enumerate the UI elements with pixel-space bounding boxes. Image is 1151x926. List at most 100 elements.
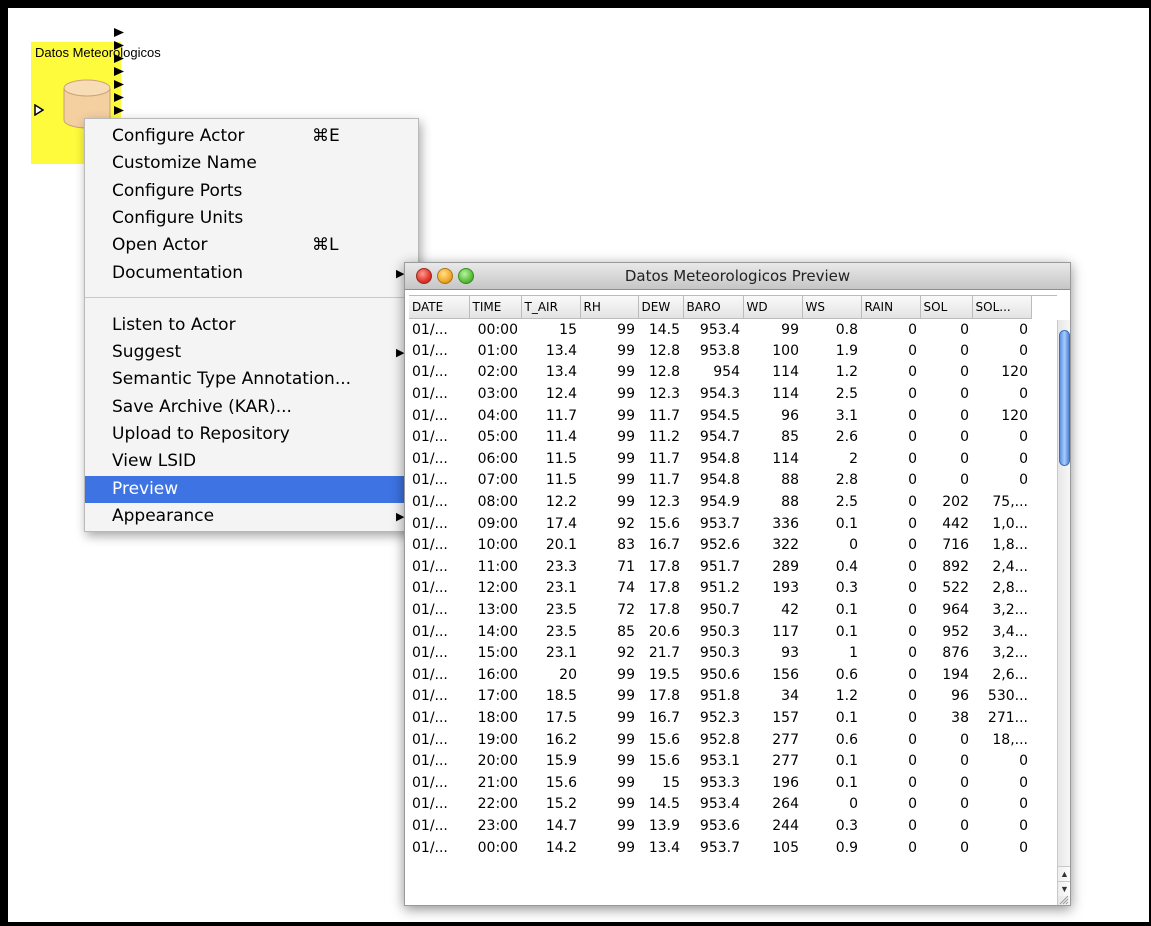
table-row[interactable]: 01/... 19:00 16.2 99 15.6 952.8 277 0.6 0 0 18,... — [409, 729, 1031, 751]
table-row[interactable]: 01/... 23:00 14.7 99 13.9 953.6 244 0.3 0 0 0 — [409, 815, 1031, 837]
table-cell: 0 — [908, 753, 917, 770]
table-row[interactable]: 01/... 02:00 13.4 99 12.8 954 114 1.2 0 0 120 — [409, 362, 1031, 384]
column-header-ws[interactable]: WS — [802, 296, 862, 319]
output-port-icon[interactable] — [114, 80, 124, 89]
table-cell: 0.1 — [835, 623, 858, 640]
table-cell: 157 — [772, 709, 799, 726]
output-port-icon[interactable] — [114, 41, 124, 50]
table-cell: 120 — [1001, 364, 1028, 381]
menu-item-appearance[interactable]: Appearance ▶ — [85, 503, 418, 530]
table-cell: 72 — [617, 602, 635, 619]
menu-item-documentation[interactable]: Documentation ▶ — [85, 260, 418, 287]
table-cell: 3,2... — [992, 645, 1028, 662]
input-port-icon[interactable] — [34, 103, 45, 117]
menu-item-configure-actor[interactable]: Configure Actor ⌘E — [85, 123, 418, 150]
table-cell: 15.6 — [648, 515, 680, 532]
scroll-thumb[interactable] — [1059, 330, 1070, 466]
table-row[interactable]: 01/... 12:00 23.1 74 17.8 951.2 193 0.3 0 522 2,8.… — [409, 578, 1031, 600]
menu-item-save-archive-kar[interactable]: Save Archive (KAR)... — [85, 394, 418, 421]
table-cell: 1.2 — [835, 688, 858, 705]
table-cell: 17.8 — [648, 688, 680, 705]
table-cell: 0.6 — [835, 731, 858, 748]
table-cell: 18:00 — [477, 709, 518, 726]
menu-item-view-lsid[interactable]: View LSID — [85, 448, 418, 475]
menu-item-preview[interactable]: Preview — [85, 475, 418, 503]
table-row[interactable]: 01/... 08:00 12.2 99 12.3 954.9 88 2.5 0 202 75,..… — [409, 491, 1031, 513]
column-header-date[interactable]: DATE — [409, 296, 470, 319]
table-cell: 17.5 — [545, 709, 577, 726]
column-header-baro[interactable]: BARO — [683, 296, 744, 319]
table-cell: 21.7 — [648, 645, 680, 662]
table-cell: 88 — [781, 472, 799, 489]
table-cell: 0 — [960, 472, 969, 489]
window-titlebar[interactable]: Datos Meteorologicos Preview — [405, 263, 1070, 290]
table-row[interactable]: 01/... 00:00 14.2 99 13.4 953.7 105 0.9 0 0 0 — [409, 837, 1031, 859]
menu-item-suggest[interactable]: Suggest ▶ — [85, 339, 418, 366]
table-row[interactable]: 01/... 06:00 11.5 99 11.7 954.8 114 2 0 0 0 — [409, 448, 1031, 470]
column-header-t-air[interactable]: T_AIR — [521, 296, 581, 319]
column-header-sol[interactable]: SOL — [920, 296, 973, 319]
column-header-rain[interactable]: RAIN — [861, 296, 921, 319]
table-cell: 0 — [908, 774, 917, 791]
output-port-icon[interactable] — [114, 54, 124, 63]
table-row[interactable]: 01/... 04:00 11.7 99 11.7 954.5 96 3.1 0 0 120 — [409, 405, 1031, 427]
menu-item-open-actor[interactable]: Open Actor ⌘L — [85, 232, 418, 259]
table-row[interactable]: 01/... 10:00 20.1 83 16.7 952.6 322 0 0 716 1,8... — [409, 534, 1031, 556]
column-header-dew[interactable]: DEW — [638, 296, 684, 319]
table-cell: 17.8 — [648, 558, 680, 575]
table-cell: 01/... — [412, 688, 448, 705]
table-cell: 0 — [908, 666, 917, 683]
table-row[interactable]: 01/... 18:00 17.5 99 16.7 952.3 157 0.1 0 38 271..… — [409, 707, 1031, 729]
table-cell: 1,0... — [992, 515, 1028, 532]
menu-item-configure-units[interactable]: Configure Units — [85, 205, 418, 232]
table-row[interactable]: 01/... 14:00 23.5 85 20.6 950.3 117 0.1 0 952 3,4.… — [409, 621, 1031, 643]
table-row[interactable]: 01/... 15:00 23.1 92 21.7 950.3 93 1 0 876 3,2... — [409, 642, 1031, 664]
table-cell: 0 — [908, 515, 917, 532]
column-header-sol[interactable]: SOL... — [972, 296, 1032, 319]
output-port-icon[interactable] — [114, 28, 124, 37]
table-row[interactable]: 01/... 00:00 15 99 14.5 953.4 99 0.8 0 0 0 — [409, 319, 1031, 341]
menu-item-listen-to-actor[interactable]: Listen to Actor — [85, 312, 418, 339]
table-cell: 0 — [908, 796, 917, 813]
table-row[interactable]: 01/... 05:00 11.4 99 11.2 954.7 85 2.6 0 0 0 — [409, 426, 1031, 448]
table-row[interactable]: 01/... 17:00 18.5 99 17.8 951.8 34 1.2 0 96 530... — [409, 686, 1031, 708]
output-port-icon[interactable] — [114, 67, 124, 76]
table-cell: 71 — [617, 558, 635, 575]
table-row[interactable]: 01/... 09:00 17.4 92 15.6 953.7 336 0.1 0 442 1,0.… — [409, 513, 1031, 535]
table-row[interactable]: 01/... 16:00 20 99 19.5 950.6 156 0.6 0 194 2,6... — [409, 664, 1031, 686]
table-cell: 0.1 — [835, 709, 858, 726]
table-cell: 99 — [617, 407, 635, 424]
table-cell: 99 — [617, 796, 635, 813]
column-header-wd[interactable]: WD — [743, 296, 803, 319]
scroll-up-arrow[interactable]: ▲ — [1058, 866, 1070, 881]
output-port-icon[interactable] — [114, 106, 124, 115]
table-cell: 950.6 — [699, 666, 740, 683]
vertical-scrollbar[interactable]: ▲ ▼ — [1057, 320, 1070, 905]
table-cell: 00:00 — [477, 321, 518, 338]
table-row[interactable]: 01/... 20:00 15.9 99 15.6 953.1 277 0.1 0 0 0 — [409, 750, 1031, 772]
table-cell: 23.5 — [545, 602, 577, 619]
column-header-rh[interactable]: RH — [580, 296, 639, 319]
table-cell: 716 — [942, 537, 969, 554]
table-row[interactable]: 01/... 11:00 23.3 71 17.8 951.7 289 0.4 0 892 2,4.… — [409, 556, 1031, 578]
table-cell: 23.3 — [545, 558, 577, 575]
table-row[interactable]: 01/... 01:00 13.4 99 12.8 953.8 100 1.9 0 0 0 — [409, 340, 1031, 362]
table-row[interactable]: 01/... 21:00 15.6 99 15 953.3 196 0.1 0 0 0 — [409, 772, 1031, 794]
column-header-time[interactable]: TIME — [469, 296, 522, 319]
menu-item-upload-to-repository[interactable]: Upload to Repository — [85, 421, 418, 448]
menu-item-semantic-type-annotation[interactable]: Semantic Type Annotation... — [85, 366, 418, 393]
table-cell: 23:00 — [477, 817, 518, 834]
table-cell: 16.7 — [648, 537, 680, 554]
table-cell: 950.3 — [699, 623, 740, 640]
menu-item-configure-ports[interactable]: Configure Ports — [85, 178, 418, 205]
resize-grip-icon[interactable] — [1057, 892, 1069, 905]
table-row[interactable]: 01/... 07:00 11.5 99 11.7 954.8 88 2.8 0 0 0 — [409, 470, 1031, 492]
table-row[interactable]: 01/... 22:00 15.2 99 14.5 953.4 264 0 0 0 0 — [409, 794, 1031, 816]
table-row[interactable]: 01/... 13:00 23.5 72 17.8 950.7 42 0.1 0 964 3,2..… — [409, 599, 1031, 621]
table-cell: 953.6 — [699, 817, 740, 834]
table-cell: 0 — [1019, 839, 1028, 856]
table-cell: 0 — [908, 450, 917, 467]
table-row[interactable]: 01/... 03:00 12.4 99 12.3 954.3 114 2.5 0 0 0 — [409, 383, 1031, 405]
menu-item-customize-name[interactable]: Customize Name — [85, 150, 418, 177]
output-port-icon[interactable] — [114, 93, 124, 102]
